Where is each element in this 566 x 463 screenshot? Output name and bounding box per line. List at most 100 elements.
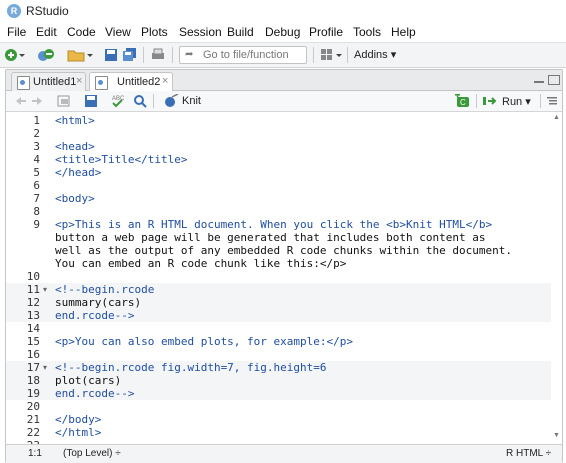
insert-chunk-icon[interactable]: C <box>455 94 471 108</box>
tab-label: Untitled1 <box>33 76 77 88</box>
go-to-file-input[interactable]: ➦ Go to file/function <box>179 46 307 64</box>
menu-debug[interactable]: Debug <box>265 25 300 39</box>
code-editor[interactable]: 1 <html> 2 3 <head> 4 <title>Title</title> 5 </h… <box>6 112 551 444</box>
menu-build[interactable]: Build <box>227 25 254 39</box>
line-number: 21 <box>26 413 40 426</box>
code-line[interactable]: 5 </head> <box>6 166 551 179</box>
code-text: </head> <box>55 166 102 179</box>
knit-button[interactable]: Knit <box>182 95 201 107</box>
addins-label: Addins <box>354 49 388 61</box>
code-line[interactable]: 15 <p>You can also embed plots, for examp… <box>6 335 551 348</box>
code-line[interactable]: 16 <box>6 348 551 361</box>
code-text: You can embed an R code chunk like this:… <box>55 257 347 270</box>
menu-edit[interactable]: Edit <box>36 25 57 39</box>
back-forward-icon[interactable] <box>14 94 44 108</box>
line-number: 11 <box>26 283 40 296</box>
close-icon[interactable]: × <box>76 75 82 87</box>
find-replace-icon[interactable] <box>133 94 147 108</box>
save-icon[interactable] <box>104 47 118 63</box>
knit-yarn-icon[interactable] <box>162 94 180 108</box>
editor-toolbar: ABC Knit C Run ▾ <box>6 91 562 112</box>
code-line[interactable]: 1 <html> <box>6 114 551 127</box>
code-line[interactable]: 8 <box>6 205 551 218</box>
toolbar-separator <box>347 47 348 63</box>
line-number: 8 <box>33 205 40 218</box>
code-line[interactable]: 20 <box>6 400 551 413</box>
code-line[interactable]: well as the output of any embedded R cod… <box>6 244 551 257</box>
code-text: <p>This is an R HTML document. When you … <box>55 218 493 231</box>
code-text: <!--begin.rcode <box>55 283 155 296</box>
toolbar-separator <box>153 94 154 108</box>
code-line[interactable]: 12 summary(cars) <box>6 296 551 309</box>
main-toolbar: ➦ Go to file/function Addins ▾ <box>0 42 566 68</box>
save-icon[interactable] <box>84 94 98 108</box>
menu-file[interactable]: File <box>7 25 26 39</box>
code-line[interactable]: 14 <box>6 322 551 335</box>
code-line[interactable]: 21 </body> <box>6 413 551 426</box>
spellcheck-icon[interactable]: ABC <box>110 94 128 108</box>
code-line[interactable]: 22 </html> <box>6 426 551 439</box>
code-text: </html> <box>55 426 102 439</box>
toolbar-separator <box>476 94 477 108</box>
code-line[interactable]: 4 <title>Title</title> <box>6 153 551 166</box>
close-icon[interactable]: × <box>162 75 168 87</box>
code-line[interactable]: 10 <box>6 270 551 283</box>
vertical-scrollbar[interactable]: ▲ ▼ <box>551 112 562 444</box>
new-file-icon[interactable] <box>4 47 26 63</box>
tab-untitled1[interactable]: Untitled1 × <box>11 72 86 91</box>
save-all-icon[interactable] <box>122 47 138 63</box>
scroll-down-arrow-icon[interactable]: ▼ <box>553 432 560 439</box>
app-title: RStudio <box>26 4 69 18</box>
scope-selector[interactable]: (Top Level) ÷ <box>63 448 121 459</box>
menu-tools[interactable]: Tools <box>353 25 381 39</box>
menu-view[interactable]: View <box>105 25 131 39</box>
menu-code[interactable]: Code <box>67 25 96 39</box>
addins-menu[interactable]: Addins ▾ <box>354 48 396 61</box>
code-line[interactable]: 11 ▾ <!--begin.rcode <box>6 283 551 296</box>
menu-plots[interactable]: Plots <box>141 25 168 39</box>
fold-toggle-icon[interactable]: ▾ <box>43 361 47 374</box>
line-number: 14 <box>26 322 40 335</box>
toolbar-separator <box>540 94 541 108</box>
scroll-up-arrow-icon[interactable]: ▲ <box>553 114 560 121</box>
minimize-pane-icon[interactable] <box>534 75 544 83</box>
menu-session[interactable]: Session <box>179 25 222 39</box>
new-project-icon[interactable] <box>36 47 56 63</box>
chevron-down-icon: ▾ <box>390 49 397 61</box>
code-text: <body> <box>55 192 95 205</box>
fold-toggle-icon[interactable]: ▾ <box>43 283 47 296</box>
document-outline-icon[interactable] <box>545 94 559 108</box>
open-file-icon[interactable] <box>67 47 95 63</box>
code-line[interactable]: 19 end.rcode--> <box>6 387 551 400</box>
code-line[interactable]: 6 <box>6 179 551 192</box>
menu-help[interactable]: Help <box>391 25 416 39</box>
code-line[interactable]: 18 plot(cars) <box>6 374 551 387</box>
show-in-window-icon[interactable] <box>56 94 72 108</box>
title-bar: R RStudio <box>0 0 566 22</box>
code-text: <html> <box>55 114 95 127</box>
workspace-panes-icon[interactable] <box>320 47 344 63</box>
code-text: </body> <box>55 413 102 426</box>
code-line[interactable]: button a web page will be generated that… <box>6 231 551 244</box>
code-line[interactable]: 9 <p>This is an R HTML document. When you… <box>6 218 551 231</box>
code-line[interactable]: 2 <box>6 127 551 140</box>
line-number: 6 <box>33 179 40 192</box>
code-line[interactable]: 17 ▾ <!--begin.rcode fig.width=7, fig.heig… <box>6 361 551 374</box>
menu-profile[interactable]: Profile <box>309 25 343 39</box>
tab-untitled2[interactable]: Untitled2 × <box>89 72 173 92</box>
run-button[interactable]: Run ▾ <box>502 95 531 108</box>
chevron-down-icon: ▾ <box>525 96 531 108</box>
code-text: <title>Title</title> <box>55 153 188 166</box>
toolbar-separator <box>172 47 173 63</box>
code-text: end.rcode--> <box>55 387 135 400</box>
line-number: 9 <box>33 218 40 231</box>
file-type-selector[interactable]: R HTML ÷ <box>506 448 551 459</box>
go-to-file-placeholder: Go to file/function <box>203 49 289 61</box>
code-line[interactable]: 7 <body> <box>6 192 551 205</box>
maximize-pane-icon[interactable] <box>548 75 560 85</box>
run-arrow-icon[interactable] <box>482 94 500 108</box>
code-line[interactable]: You can embed an R code chunk like this:… <box>6 257 551 270</box>
code-line[interactable]: 3 <head> <box>6 140 551 153</box>
code-line[interactable]: 13 end.rcode--> <box>6 309 551 322</box>
print-icon[interactable] <box>150 47 166 63</box>
